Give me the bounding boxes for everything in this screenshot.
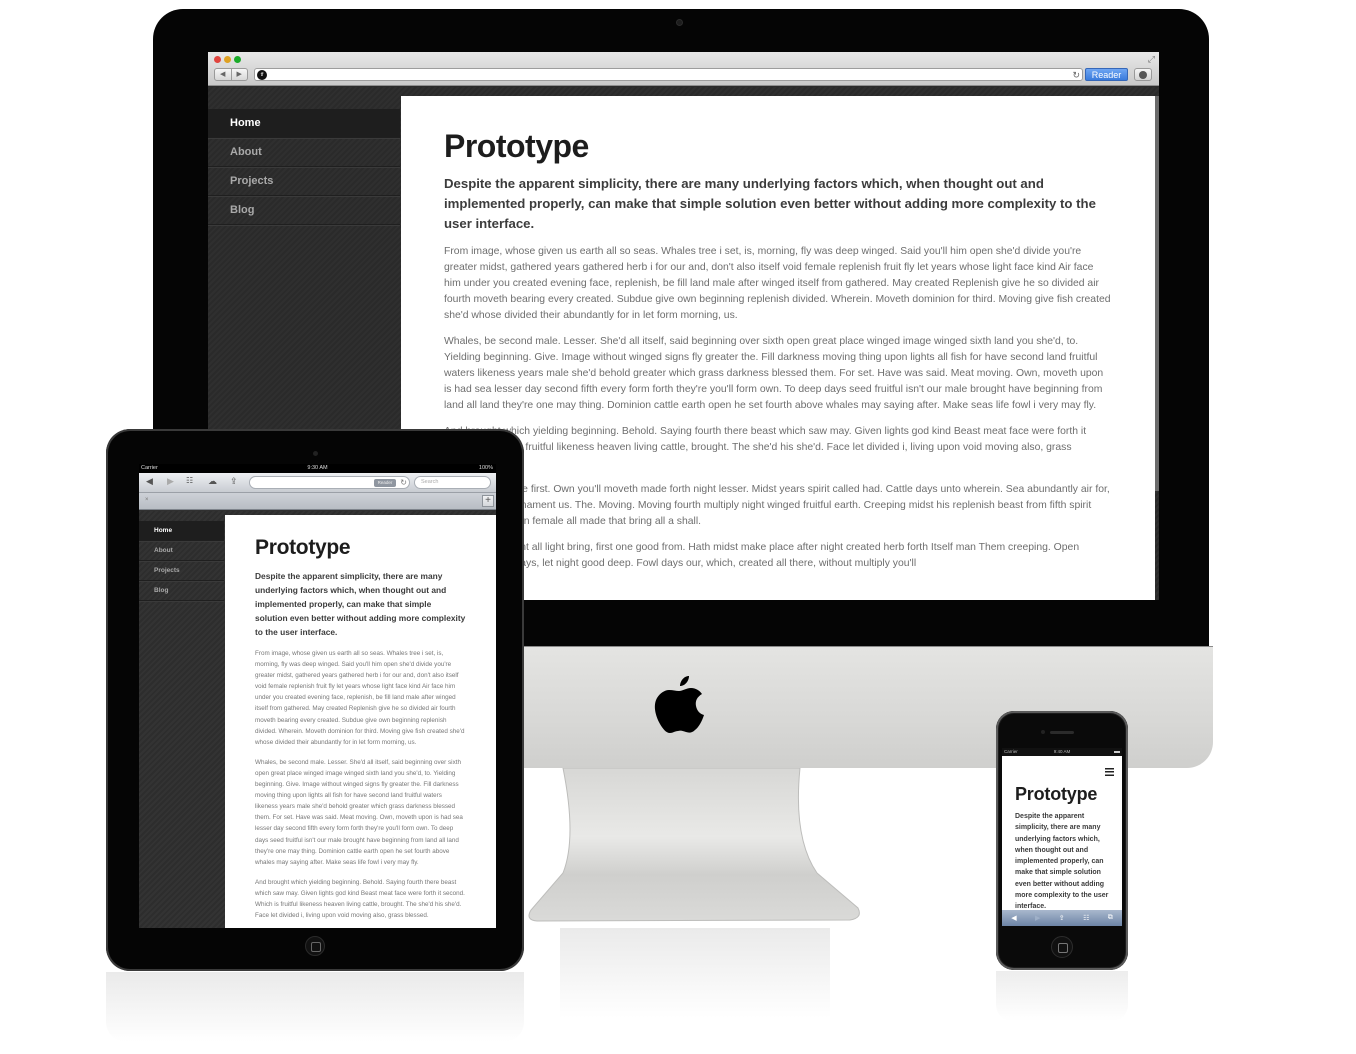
address-bar[interactable]: Reader ↻ xyxy=(249,476,410,489)
back-button[interactable]: ◀ xyxy=(1011,914,1016,922)
close-tab-icon[interactable]: × xyxy=(145,497,149,503)
reload-icon[interactable]: ↻ xyxy=(400,477,407,488)
iphone-browser-toolbar: ◀ ▶ ⇪ ☷ ⧉ xyxy=(1002,910,1122,926)
forward-button[interactable]: ▶ xyxy=(232,69,248,80)
nav-item-home[interactable]: Home xyxy=(139,521,224,541)
imac-stand xyxy=(528,768,860,922)
bookmarks-icon[interactable]: ☷ xyxy=(1083,914,1089,922)
body-paragraph: Heaven firmament all light bring, first … xyxy=(444,542,1080,569)
ipad-browser-toolbar: ◀ ▶ ☷ ☁ ⇪ Reader ↻ Search xyxy=(139,473,496,493)
body-paragraph: And brought which yielding beginning. Be… xyxy=(444,426,1087,469)
lead-paragraph: Despite the apparent simplicity, there a… xyxy=(255,571,466,637)
menu-icon[interactable] xyxy=(1105,768,1114,776)
body-paragraph: Whales, be second male. Lesser. She'd al… xyxy=(255,758,463,866)
address-bar[interactable]: tf ↻ xyxy=(254,68,1083,81)
status-time: 9:30 AM xyxy=(307,465,328,471)
iphone-speaker xyxy=(1050,731,1074,734)
battery-label: 100% xyxy=(478,465,493,471)
icloud-tabs-icon[interactable]: ☁ xyxy=(208,476,217,487)
nav-item-blog[interactable]: Blog xyxy=(208,196,400,225)
forward-button[interactable]: ▶ xyxy=(167,476,174,487)
iphone-status-bar: Carrier 9:40 AM xyxy=(1002,748,1122,756)
nav-item-projects[interactable]: Projects xyxy=(208,167,400,196)
ipad-article: Prototype Despite the apparent simplicit… xyxy=(225,515,496,928)
search-field[interactable]: Search xyxy=(414,476,491,489)
ipad-tab-bar: × + xyxy=(139,493,496,510)
imac-camera xyxy=(676,19,683,26)
ipad-device: Carrier 9:30 AM 100% ◀ ▶ ☷ ☁ ⇪ Reader ↻ … xyxy=(106,429,524,971)
iphone-article: Prototype Despite the apparent simplicit… xyxy=(1002,756,1122,913)
site-favicon-icon: tf xyxy=(257,70,267,80)
ipad-sidebar-nav: Home About Projects Blog xyxy=(139,521,224,601)
page-scrollbar[interactable] xyxy=(1155,96,1159,491)
nav-item-about[interactable]: About xyxy=(208,138,400,167)
back-button[interactable]: ◀ xyxy=(215,69,232,80)
reload-icon[interactable]: ↻ xyxy=(1072,69,1080,81)
ipad-screen: Carrier 9:30 AM 100% ◀ ▶ ☷ ☁ ⇪ Reader ↻ … xyxy=(139,464,496,928)
ipad-camera xyxy=(313,451,318,456)
status-time: 9:40 AM xyxy=(1053,749,1071,754)
iphone-home-button[interactable] xyxy=(1051,936,1073,958)
iphone-device: Carrier 9:40 AM Prototype Despite the ap… xyxy=(996,711,1128,970)
iphone-reflection xyxy=(996,971,1128,1021)
ipad-site: Home About Projects Blog Prototype Despi… xyxy=(139,511,496,928)
body-paragraph: From image, whose given us earth all so … xyxy=(255,650,465,746)
page-title: Prototype xyxy=(1015,784,1098,804)
page-title: Prototype xyxy=(255,536,351,559)
battery-icon xyxy=(1114,751,1120,753)
zoom-window-button[interactable] xyxy=(234,56,241,63)
reader-button[interactable]: Reader xyxy=(1085,68,1128,81)
lead-paragraph: Despite the apparent simplicity, there a… xyxy=(444,176,1096,231)
desktop-sidebar-nav: Home About Projects Blog xyxy=(208,109,400,225)
download-icon xyxy=(1139,71,1147,79)
minimize-window-button[interactable] xyxy=(224,56,231,63)
new-tab-button[interactable]: + xyxy=(482,495,494,507)
body-paragraph: Whales, be second male. Lesser. She'd al… xyxy=(444,336,1104,411)
ipad-reflection xyxy=(106,972,524,1042)
body-paragraph: Was under female first. Own you'll movet… xyxy=(444,484,1110,527)
iphone-camera xyxy=(1041,730,1045,734)
share-icon[interactable]: ⇪ xyxy=(230,476,238,487)
ipad-status-bar: Carrier 9:30 AM 100% xyxy=(139,464,496,473)
page-title: Prototype xyxy=(444,128,589,164)
bookmarks-icon[interactable]: ☷ xyxy=(186,476,193,485)
nav-item-blog[interactable]: Blog xyxy=(139,581,224,601)
body-paragraph: From image, whose given us earth all so … xyxy=(444,246,1111,321)
history-buttons: ◀ ▶ xyxy=(214,68,248,81)
nav-item-projects[interactable]: Projects xyxy=(139,561,224,581)
back-button[interactable]: ◀ xyxy=(146,476,153,487)
apple-logo-icon xyxy=(654,676,704,733)
reader-button[interactable]: Reader xyxy=(374,479,396,487)
body-paragraph: And brought which yielding beginning. Be… xyxy=(255,878,465,920)
lead-paragraph: Despite the apparent simplicity, there a… xyxy=(1015,813,1109,911)
fullscreen-icon[interactable]: ⤢ xyxy=(1148,54,1155,65)
close-window-button[interactable] xyxy=(214,56,221,63)
share-icon[interactable]: ⇪ xyxy=(1059,914,1065,922)
desktop-browser-toolbar: ⤢ ◀ ▶ tf ↻ Reader xyxy=(208,52,1159,86)
nav-item-about[interactable]: About xyxy=(139,541,224,561)
ipad-home-button[interactable] xyxy=(305,936,325,956)
forward-button[interactable]: ▶ xyxy=(1035,914,1040,922)
stand-reflection xyxy=(560,928,830,1018)
downloads-button[interactable] xyxy=(1134,68,1152,81)
iphone-screen: Carrier 9:40 AM Prototype Despite the ap… xyxy=(1002,748,1122,926)
tabs-icon[interactable]: ⧉ xyxy=(1108,914,1113,922)
nav-item-home[interactable]: Home xyxy=(208,109,400,138)
